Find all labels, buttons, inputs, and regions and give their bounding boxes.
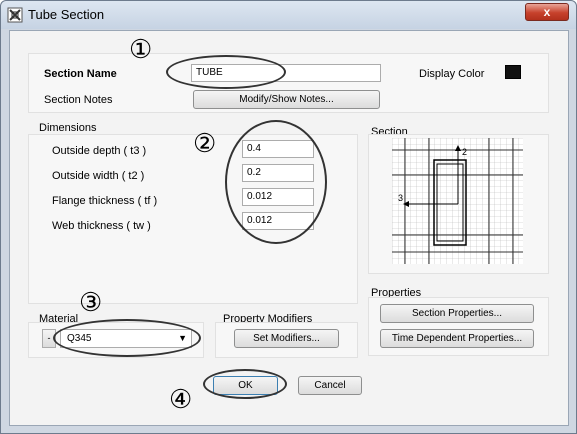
section-app-icon (7, 7, 23, 23)
annotation-number-2: ② (193, 129, 217, 159)
outside-width-label: Outside width ( t2 ) (52, 170, 145, 182)
annotation-ellipse-material (53, 319, 201, 357)
cancel-button[interactable]: Cancel (298, 376, 362, 395)
dimensions-group-label: Dimensions (39, 122, 97, 134)
display-color-swatch[interactable] (505, 65, 521, 79)
close-icon: x (543, 5, 551, 19)
window-title: Tube Section (28, 7, 105, 22)
annotation-ellipse-dimensions (225, 120, 327, 244)
annotation-ellipse-ok (203, 369, 287, 399)
title-bar[interactable]: Tube Section x (1, 1, 576, 29)
annotation-number-3: ③ (79, 288, 103, 318)
axis-3-label: 3 (398, 193, 403, 203)
flange-thickness-label: Flange thickness ( tf ) (52, 195, 158, 207)
set-modifiers-button[interactable]: Set Modifiers... (234, 329, 339, 348)
outside-depth-label: Outside depth ( t3 ) (52, 145, 147, 157)
time-dependent-properties-button[interactable]: Time Dependent Properties... (380, 329, 534, 348)
annotation-ellipse-section-name (166, 55, 286, 89)
annotation-number-4: ④ (169, 385, 193, 415)
section-properties-button[interactable]: Section Properties... (380, 304, 534, 323)
annotation-number-1: ① (129, 35, 153, 65)
section-notes-label: Section Notes (44, 94, 113, 106)
modify-notes-button[interactable]: Modify/Show Notes... (193, 90, 380, 109)
axis-2-label: 2 (462, 147, 467, 157)
section-preview-canvas: 2 3 (392, 138, 523, 264)
web-thickness-label: Web thickness ( tw ) (52, 220, 151, 232)
display-color-label: Display Color (419, 68, 485, 80)
section-name-label: Section Name (44, 68, 117, 80)
close-button[interactable]: x (525, 3, 569, 21)
tube-section-window: Tube Section x Section Name TUBE Display… (0, 0, 577, 434)
